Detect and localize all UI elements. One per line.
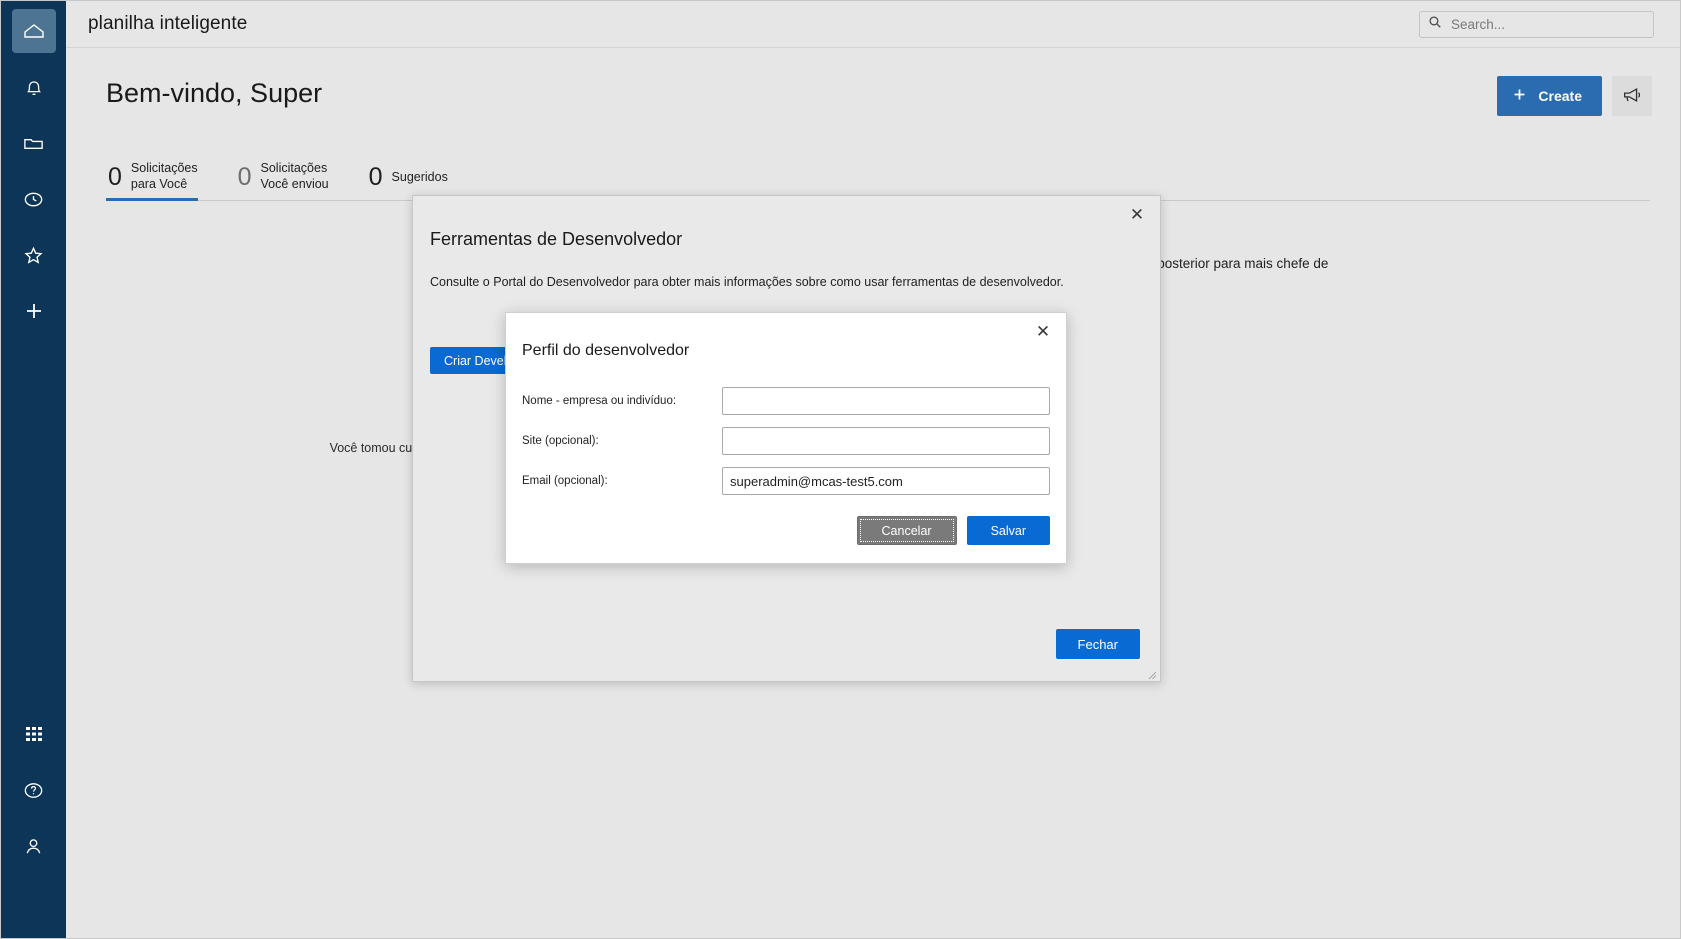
star-icon bbox=[22, 244, 45, 267]
form-row: Email (opcional): bbox=[522, 467, 1050, 495]
sidebar-item-browse[interactable] bbox=[12, 121, 56, 165]
dialog-title: Perfil do desenvolvedor bbox=[522, 342, 689, 360]
home-icon bbox=[22, 19, 46, 43]
profile-form: Nome - empresa ou indivíduo: Site (opcio… bbox=[522, 387, 1050, 507]
tab-label: Solicitações Você enviou bbox=[261, 161, 329, 192]
close-icon[interactable]: ✕ bbox=[1124, 202, 1150, 228]
announcements-button[interactable] bbox=[1612, 76, 1652, 116]
help-circle-icon bbox=[22, 779, 45, 802]
sidebar-item-help[interactable] bbox=[12, 768, 56, 812]
sidebar-item-favorites[interactable] bbox=[12, 233, 56, 277]
background-paragraph: e posterior para mais chefe de bbox=[1146, 253, 1406, 275]
main-content: Bem-vindo, Super Create bbox=[66, 48, 1680, 938]
search-input[interactable] bbox=[1449, 16, 1645, 33]
site-field-label: Site (opcional): bbox=[522, 435, 722, 447]
cancel-button[interactable]: Cancelar bbox=[857, 516, 957, 545]
plus-icon bbox=[1511, 86, 1528, 106]
tab-count: 0 bbox=[369, 165, 383, 190]
plus-icon bbox=[22, 299, 46, 323]
close-icon[interactable]: ✕ bbox=[1030, 319, 1056, 345]
sidebar-item-apps[interactable] bbox=[12, 712, 56, 756]
create-button[interactable]: Create bbox=[1497, 76, 1602, 116]
email-field-label: Email (opcional): bbox=[522, 475, 722, 487]
grid-apps-icon bbox=[23, 723, 45, 745]
search-icon bbox=[1428, 15, 1442, 34]
rail-bottom-group bbox=[1, 712, 66, 939]
left-nav-rail bbox=[1, 1, 66, 939]
folder-icon bbox=[22, 132, 45, 155]
header-actions: Create bbox=[1497, 76, 1652, 116]
tab-label: Sugeridos bbox=[392, 168, 448, 186]
sidebar-item-home[interactable] bbox=[12, 9, 56, 53]
site-field[interactable] bbox=[722, 427, 1050, 455]
save-button[interactable]: Salvar bbox=[967, 516, 1050, 545]
create-button-label: Create bbox=[1538, 88, 1582, 104]
tab-requests-for-you[interactable]: 0 Solicitações para Você bbox=[106, 153, 222, 201]
dialog-description: Consulte o Portal do Desenvolvedor para … bbox=[430, 275, 1130, 289]
megaphone-icon bbox=[1621, 84, 1643, 109]
resize-grip-icon[interactable] bbox=[1145, 667, 1157, 679]
close-dialog-button[interactable]: Fechar bbox=[1056, 629, 1140, 659]
request-tabs: 0 Solicitações para Você 0 Solicitações … bbox=[106, 153, 1650, 201]
name-field-label: Nome - empresa ou indivíduo: bbox=[522, 395, 722, 407]
sidebar-item-notifications[interactable] bbox=[12, 65, 56, 109]
sidebar-item-recents[interactable] bbox=[12, 177, 56, 221]
dialog-actions: Cancelar Salvar bbox=[857, 516, 1050, 545]
rail-top-group bbox=[1, 1, 66, 345]
app-title: planilha inteligente bbox=[88, 13, 247, 35]
tab-requests-you-sent[interactable]: 0 Solicitações Você enviou bbox=[236, 153, 353, 201]
tab-count: 0 bbox=[108, 165, 122, 190]
sidebar-item-account[interactable] bbox=[12, 824, 56, 868]
dialog-title: Ferramentas de Desenvolvedor bbox=[430, 229, 682, 250]
search-box[interactable] bbox=[1419, 11, 1654, 38]
sidebar-item-create[interactable] bbox=[12, 289, 56, 333]
form-row: Site (opcional): bbox=[522, 427, 1050, 455]
app-window: planilha inteligente Bem-vindo, Super Cr… bbox=[0, 0, 1681, 939]
bell-icon bbox=[23, 76, 45, 98]
form-row: Nome - empresa ou indivíduo: bbox=[522, 387, 1050, 415]
email-field[interactable] bbox=[722, 467, 1050, 495]
top-bar: planilha inteligente bbox=[66, 1, 1680, 48]
page-title: Bem-vindo, Super bbox=[106, 78, 322, 109]
developer-profile-dialog: ✕ Perfil do desenvolvedor Nome - empresa… bbox=[505, 312, 1067, 564]
tab-label: Solicitações para Você bbox=[131, 161, 198, 192]
clock-icon bbox=[22, 188, 45, 211]
tab-count: 0 bbox=[238, 165, 252, 190]
tab-suggested[interactable]: 0 Sugeridos bbox=[367, 153, 472, 201]
person-icon bbox=[22, 835, 45, 858]
name-field[interactable] bbox=[722, 387, 1050, 415]
